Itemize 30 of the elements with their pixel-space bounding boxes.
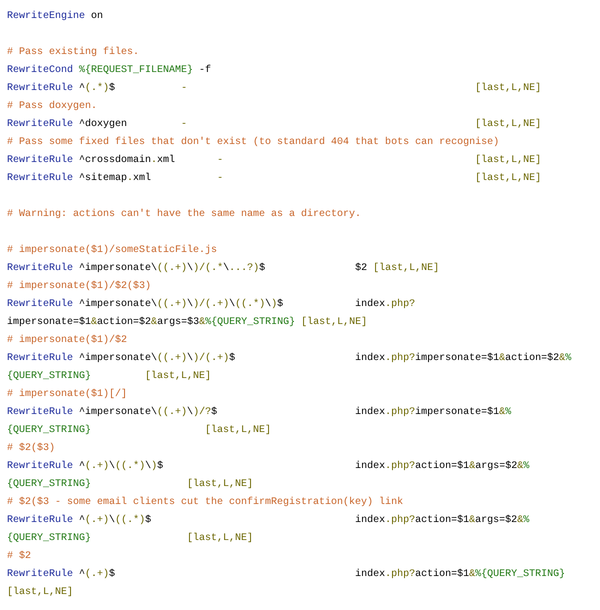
- code-line: [last,L,NE]: [7, 586, 74, 600]
- code-line: RewriteRule ^(.+)\((.*)\)$ index.php?action=$1&args=$2&%: [7, 460, 530, 474]
- code-line: RewriteRule ^impersonate\((.+)\)/(.*\...?)$ $2 [last,L,NE]: [7, 262, 440, 276]
- code-line: RewriteRule ^impersonate\((.+)\)/(.+)\((.*)\)$ index.php?: [7, 298, 416, 312]
- code-line: {QUERY_STRING} [last,L,NE]: [7, 424, 272, 438]
- code-line: # Pass doxygen.: [7, 100, 98, 114]
- code-line: {QUERY_STRING} [last,L,NE]: [7, 532, 254, 546]
- code-line: # Pass existing files.: [7, 46, 140, 60]
- code-line: RewriteEngine on: [7, 10, 104, 24]
- code-line: RewriteRule ^crossdomain.xml - [last,L,NE]: [7, 154, 542, 168]
- code-line: # Warning: actions can't have the same name as a directory.: [7, 208, 362, 222]
- code-line: RewriteRule ^doxygen - [last,L,NE]: [7, 118, 542, 132]
- code-line: # impersonate($1)/someStaticFile.js: [7, 244, 218, 258]
- code-line: # $2($3 - some email clients cut the confirmRegistration(key) link: [7, 496, 404, 510]
- code-line: RewriteRule ^(.*)$ - [last,L,NE]: [7, 82, 542, 96]
- code-line: {QUERY_STRING} [last,L,NE]: [7, 370, 212, 384]
- code-line: # impersonate($1)/$2: [7, 334, 128, 348]
- code-line: # $2: [7, 550, 32, 564]
- code-line: # impersonate($1)[/]: [7, 388, 128, 402]
- code-line: # impersonate($1)/$2($3): [7, 280, 152, 294]
- code-line: {QUERY_STRING} [last,L,NE]: [7, 478, 254, 492]
- code-line: # Pass some fixed files that don't exist (to standard 404 that bots can recognise): [7, 136, 500, 150]
- code-line: impersonate=$1&action=$2&args=$3&%{QUERY_STRING} [last,L,NE]: [7, 316, 368, 330]
- code-line: RewriteRule ^impersonate\((.+)\)/?$ index.php?impersonate=$1&%: [7, 406, 512, 420]
- code-line: RewriteRule ^sitemap.xml - [last,L,NE]: [7, 172, 542, 186]
- code-line: RewriteRule ^(.+)\((.*)$ index.php?action=$1&args=$2&%: [7, 514, 530, 528]
- code-line: RewriteRule ^impersonate\((.+)\)/(.+)$ index.php?impersonate=$1&action=$2&%: [7, 352, 572, 366]
- code-line: # $2($3): [7, 442, 56, 456]
- code-line: RewriteRule ^(.+)$ index.php?action=$1&%{QUERY_STRING}: [7, 568, 566, 582]
- code-line: RewriteCond %{REQUEST_FILENAME} -f: [7, 64, 212, 78]
